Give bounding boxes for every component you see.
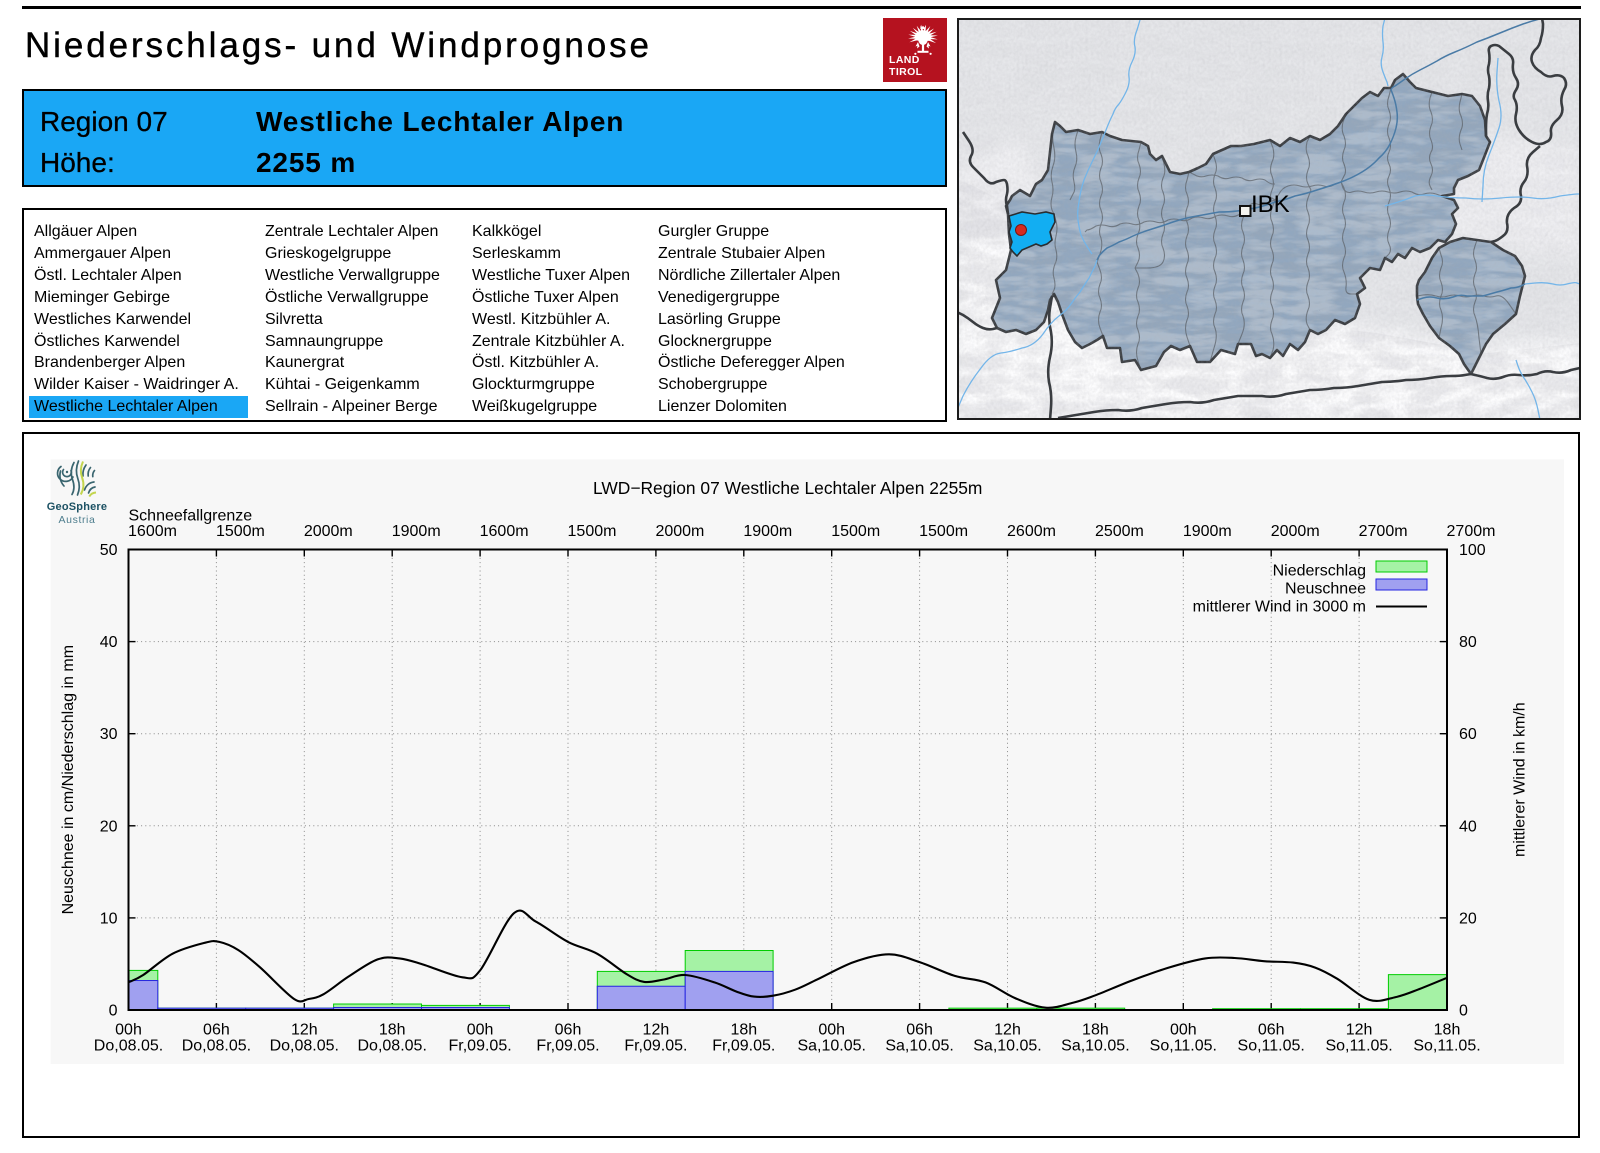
svg-text:00h: 00h: [1170, 1022, 1197, 1039]
svg-text:Do,08.05.: Do,08.05.: [358, 1038, 427, 1055]
svg-text:100: 100: [1459, 542, 1486, 559]
svg-text:1900m: 1900m: [1183, 523, 1232, 540]
svg-text:18h: 18h: [730, 1022, 757, 1039]
svg-text:2000m: 2000m: [655, 523, 704, 540]
svg-text:12h: 12h: [643, 1022, 670, 1039]
svg-text:30: 30: [100, 726, 118, 743]
svg-text:Neuschnee: Neuschnee: [1285, 581, 1366, 598]
svg-text:So,11.05.: So,11.05.: [1325, 1038, 1392, 1055]
svg-text:mittlerer Wind in km/h: mittlerer Wind in km/h: [1512, 702, 1529, 857]
svg-text:So,11.05.: So,11.05.: [1238, 1038, 1305, 1055]
svg-text:00h: 00h: [467, 1022, 494, 1039]
svg-text:06h: 06h: [1258, 1022, 1285, 1039]
svg-text:2000m: 2000m: [304, 523, 353, 540]
svg-text:mittlerer Wind in 3000 m: mittlerer Wind in 3000 m: [1193, 599, 1366, 616]
svg-text:18h: 18h: [379, 1022, 406, 1039]
svg-text:Sa,10.05.: Sa,10.05.: [885, 1038, 954, 1055]
svg-text:Austria: Austria: [59, 514, 96, 526]
svg-text:Do,08.05.: Do,08.05.: [270, 1038, 339, 1055]
svg-text:Schneefallgrenze: Schneefallgrenze: [129, 508, 253, 525]
svg-text:Do,08.05.: Do,08.05.: [182, 1038, 251, 1055]
svg-text:18h: 18h: [1082, 1022, 1109, 1039]
svg-text:06h: 06h: [906, 1022, 933, 1039]
svg-text:1500m: 1500m: [216, 523, 265, 540]
svg-text:IBK: IBK: [1251, 191, 1290, 218]
svg-text:Sa,10.05.: Sa,10.05.: [1061, 1038, 1130, 1055]
svg-text:1600m: 1600m: [128, 523, 177, 540]
svg-text:06h: 06h: [203, 1022, 230, 1039]
svg-text:2500m: 2500m: [1095, 523, 1144, 540]
svg-text:00h: 00h: [115, 1022, 142, 1039]
svg-text:2000m: 2000m: [1271, 523, 1320, 540]
svg-text:1900m: 1900m: [743, 523, 792, 540]
svg-text:Do,08.05.: Do,08.05.: [94, 1038, 163, 1055]
svg-text:Fr,09.05.: Fr,09.05.: [536, 1038, 599, 1055]
svg-text:1900m: 1900m: [392, 523, 441, 540]
svg-text:GeoSphere: GeoSphere: [47, 501, 108, 513]
svg-text:0: 0: [1459, 1003, 1468, 1020]
svg-text:12h: 12h: [994, 1022, 1021, 1039]
svg-text:2700m: 2700m: [1359, 523, 1408, 540]
svg-text:40: 40: [1459, 818, 1477, 835]
svg-text:Fr,09.05.: Fr,09.05.: [624, 1038, 687, 1055]
svg-text:60: 60: [1459, 726, 1477, 743]
svg-text:1500m: 1500m: [919, 523, 968, 540]
svg-text:1500m: 1500m: [568, 523, 617, 540]
svg-text:18h: 18h: [1434, 1022, 1461, 1039]
svg-text:40: 40: [100, 634, 118, 651]
svg-text:1500m: 1500m: [831, 523, 880, 540]
svg-text:0: 0: [109, 1003, 118, 1020]
svg-text:Fr,09.05.: Fr,09.05.: [712, 1038, 775, 1055]
svg-text:2600m: 2600m: [1007, 523, 1056, 540]
svg-text:10: 10: [100, 910, 118, 927]
svg-text:12h: 12h: [1346, 1022, 1373, 1039]
svg-text:Neuschnee in cm/Niederschlag i: Neuschnee in cm/Niederschlag in mm: [60, 645, 77, 914]
svg-text:LWD−Region 07 Westliche Lechta: LWD−Region 07 Westliche Lechtaler Alpen …: [593, 478, 982, 498]
svg-text:80: 80: [1459, 634, 1477, 651]
svg-text:Fr,09.05.: Fr,09.05.: [449, 1038, 512, 1055]
svg-text:00h: 00h: [818, 1022, 845, 1039]
svg-text:50: 50: [100, 542, 118, 559]
svg-text:Sa,10.05.: Sa,10.05.: [973, 1038, 1042, 1055]
svg-text:Sa,10.05.: Sa,10.05.: [797, 1038, 866, 1055]
svg-text:So,11.05.: So,11.05.: [1413, 1038, 1480, 1055]
svg-text:12h: 12h: [291, 1022, 318, 1039]
svg-text:2700m: 2700m: [1447, 523, 1496, 540]
svg-text:06h: 06h: [555, 1022, 582, 1039]
svg-text:Niederschlag: Niederschlag: [1273, 563, 1366, 580]
svg-text:1600m: 1600m: [480, 523, 529, 540]
svg-text:20: 20: [100, 818, 118, 835]
svg-text:So,11.05.: So,11.05.: [1150, 1038, 1217, 1055]
svg-text:20: 20: [1459, 910, 1477, 927]
